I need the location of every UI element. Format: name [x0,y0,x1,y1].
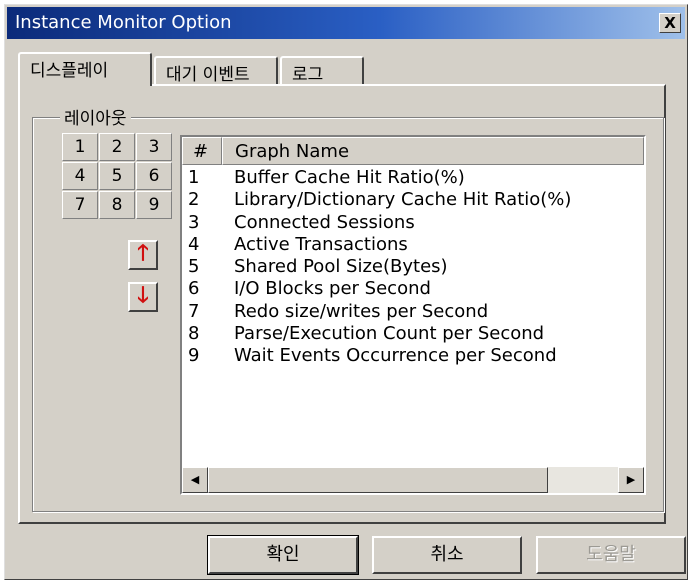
cancel-button[interactable]: 취소 [372,536,522,574]
layout-cell[interactable]: 3 [136,133,172,161]
row-number: 1 [188,167,200,188]
layout-cell[interactable]: 8 [99,191,135,219]
close-button[interactable]: X [659,13,681,33]
row-graph-name: Wait Events Occurrence per Second [234,345,557,367]
row-graph-name: Parse/Execution Count per Second [234,323,545,345]
row-number: 3 [188,211,200,233]
layout-cell[interactable]: 7 [62,191,98,219]
list-item[interactable]: 4 Active Transactions [182,234,644,256]
row-number: 7 [188,300,200,322]
scroll-left-button[interactable]: ◀ [182,467,208,493]
list-item[interactable]: 1 Buffer Cache Hit Ratio(%) [182,167,644,189]
move-up-button[interactable]: 🡑 [128,240,158,270]
layout-cell[interactable]: 2 [99,133,135,161]
right-triangle-icon: ▶ [626,473,636,486]
layout-cell[interactable]: 1 [62,133,98,161]
row-graph-name: Shared Pool Size(Bytes) [234,256,448,278]
layout-cell[interactable]: 6 [136,162,172,190]
tab-wait-events[interactable]: 대기 이벤트 [154,56,278,85]
row-number: 9 [188,345,200,367]
list-item[interactable]: 9 Wait Events Occurrence per Second [182,345,644,367]
window-title: Instance Monitor Option [15,12,232,33]
layout-group-label: 레이아웃 [60,104,131,129]
list-item[interactable]: 2 Library/Dictionary Cache Hit Ratio(%) [182,189,644,211]
scroll-thumb[interactable] [208,467,548,493]
column-header-number[interactable]: # [182,137,222,165]
row-graph-name: Connected Sessions [234,211,415,233]
layout-grid: 1 2 3 4 5 6 7 8 9 [62,133,174,223]
row-number: 6 [188,278,200,300]
row-graph-name: Active Transactions [234,233,408,255]
layout-cell[interactable]: 5 [99,162,135,190]
ok-button[interactable]: 확인 [207,535,359,575]
list-rows: 1 Buffer Cache Hit Ratio(%) 2 Library/Dict… [182,167,644,368]
list-item[interactable]: 5 Shared Pool Size(Bytes) [182,256,644,278]
row-graph-name: Redo size/writes per Second [234,300,489,322]
title-bar[interactable]: Instance Monitor Option X [7,7,685,39]
column-header-graph-name[interactable]: Graph Name [222,137,644,165]
move-down-button[interactable]: 🡓 [128,282,158,312]
horizontal-scrollbar[interactable]: ◀ ▶ [182,467,644,493]
down-arrow-icon: 🡓 [137,283,149,308]
row-number: 8 [188,323,200,345]
row-number: 5 [188,256,200,278]
up-arrow-icon: 🡑 [137,241,149,266]
tab-display[interactable]: 디스플레이 [18,52,152,86]
layout-cell[interactable]: 9 [136,191,172,219]
list-header: # Graph Name [182,137,644,165]
row-graph-name: I/O Blocks per Second [234,278,431,300]
list-item[interactable]: 7 Redo size/writes per Second [182,301,644,323]
layout-cell[interactable]: 4 [62,162,98,190]
row-graph-name: Buffer Cache Hit Ratio(%) [234,167,465,188]
graph-list[interactable]: # Graph Name 1 Buffer Cache Hit Ratio(%) … [180,135,646,495]
list-item[interactable]: 8 Parse/Execution Count per Second [182,323,644,345]
help-button[interactable]: 도움말 [536,536,686,574]
list-item[interactable]: 6 I/O Blocks per Second [182,278,644,300]
row-number: 2 [188,189,200,211]
list-item[interactable]: 3 Connected Sessions [182,212,644,234]
row-number: 4 [188,233,200,255]
tab-log[interactable]: 로그 [280,56,364,85]
scroll-right-button[interactable]: ▶ [618,467,644,493]
left-triangle-icon: ◀ [190,473,200,486]
row-graph-name: Library/Dictionary Cache Hit Ratio(%) [234,189,572,211]
